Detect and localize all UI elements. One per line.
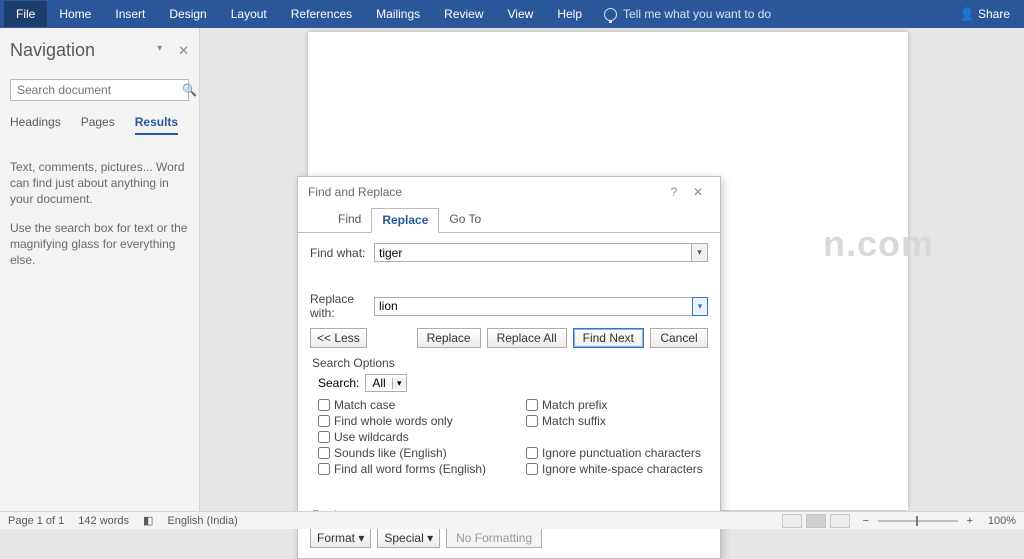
tab-help[interactable]: Help <box>545 1 594 27</box>
dialog-tab-find[interactable]: Find <box>328 208 371 233</box>
chevron-down-icon: ▾ <box>392 378 406 389</box>
chk-whole-words[interactable]: Find whole words only <box>318 414 486 428</box>
nav-tab-results[interactable]: Results <box>135 115 178 135</box>
chk-word-forms[interactable]: Find all word forms (English) <box>318 462 486 476</box>
tell-me-search[interactable]: Tell me what you want to do <box>604 7 771 21</box>
zoom-level[interactable]: 100% <box>988 515 1016 527</box>
status-bar: Page 1 of 1 142 words ◧ English (India) … <box>0 511 1024 529</box>
ribbon-tabs: File Home Insert Design Layout Reference… <box>4 1 594 27</box>
tab-insert[interactable]: Insert <box>103 1 157 27</box>
chk-sounds-like[interactable]: Sounds like (English) <box>318 446 486 460</box>
cancel-button[interactable]: Cancel <box>650 328 708 348</box>
nav-tab-pages[interactable]: Pages <box>81 115 115 135</box>
search-direction-select[interactable]: All▾ <box>365 374 406 392</box>
chevron-down-icon[interactable]: ▾ <box>692 297 708 316</box>
status-page[interactable]: Page 1 of 1 <box>8 515 64 527</box>
search-direction-label: Search: <box>318 376 359 390</box>
chk-match-suffix[interactable]: Match suffix <box>526 414 703 428</box>
tab-review[interactable]: Review <box>432 1 495 27</box>
dialog-title: Find and Replace <box>308 185 662 199</box>
dialog-help-icon[interactable]: ? <box>662 185 686 199</box>
search-options-label: Search Options <box>312 356 708 370</box>
dialog-close-icon[interactable]: ✕ <box>686 185 710 199</box>
chk-ignore-ws[interactable]: Ignore white-space characters <box>526 462 703 476</box>
find-what-combo[interactable]: ▾ <box>374 243 708 262</box>
nav-search-box[interactable]: 🔍 ▾ <box>10 79 189 101</box>
nav-title: Navigation <box>10 40 95 61</box>
tab-view[interactable]: View <box>496 1 546 27</box>
tab-references[interactable]: References <box>279 1 364 27</box>
find-replace-dialog: Find and Replace ? ✕ Find Replace Go To … <box>297 176 721 559</box>
dialog-tabs: Find Replace Go To <box>298 207 720 232</box>
chk-match-prefix[interactable]: Match prefix <box>526 398 703 412</box>
watermark: n.com <box>823 223 934 265</box>
search-input[interactable] <box>11 83 178 97</box>
less-button[interactable]: << Less <box>310 328 367 348</box>
chk-ignore-punct[interactable]: Ignore punctuation characters <box>526 446 703 460</box>
zoom-control: − + 100% <box>860 515 1016 527</box>
nav-close-icon[interactable]: ✕ <box>178 43 189 59</box>
view-print-layout[interactable] <box>806 514 826 528</box>
zoom-out-button[interactable]: − <box>860 515 872 527</box>
status-language[interactable]: English (India) <box>167 515 237 527</box>
nav-tab-headings[interactable]: Headings <box>10 115 61 135</box>
no-formatting-button: No Formatting <box>446 528 542 548</box>
view-buttons <box>782 514 850 528</box>
share-button[interactable]: 👤 Share <box>960 7 1010 21</box>
tab-home[interactable]: Home <box>47 1 103 27</box>
nav-dropdown-icon[interactable]: ▾ <box>157 43 162 59</box>
tab-layout[interactable]: Layout <box>219 1 279 27</box>
dialog-tab-goto[interactable]: Go To <box>439 208 491 233</box>
view-read-mode[interactable] <box>782 514 802 528</box>
chk-match-case[interactable]: Match case <box>318 398 486 412</box>
chevron-down-icon[interactable]: ▾ <box>691 244 707 261</box>
find-what-label: Find what: <box>310 246 374 260</box>
status-words[interactable]: 142 words <box>78 515 129 527</box>
replace-with-combo[interactable]: ▾ <box>374 297 708 316</box>
nav-tabs: Headings Pages Results <box>10 115 189 135</box>
ribbon: File Home Insert Design Layout Reference… <box>0 0 1024 28</box>
chk-wildcards[interactable]: Use wildcards <box>318 430 486 444</box>
lightbulb-icon <box>604 8 617 21</box>
format-button[interactable]: Format ▾ <box>310 528 371 548</box>
navigation-pane: Navigation ▾ ✕ 🔍 ▾ Headings Pages Result… <box>0 28 200 511</box>
tell-me-label: Tell me what you want to do <box>623 7 771 21</box>
replace-with-input[interactable] <box>375 298 693 315</box>
tab-file[interactable]: File <box>4 1 47 27</box>
zoom-slider[interactable] <box>878 520 958 522</box>
find-what-input[interactable] <box>375 244 691 261</box>
replace-with-label: Replace with: <box>310 292 374 320</box>
replace-button[interactable]: Replace <box>417 328 481 348</box>
dialog-tab-replace[interactable]: Replace <box>371 208 439 233</box>
find-next-button[interactable]: Find Next <box>573 328 644 348</box>
tab-design[interactable]: Design <box>157 1 218 27</box>
view-web-layout[interactable] <box>830 514 850 528</box>
special-button[interactable]: Special ▾ <box>377 528 440 548</box>
search-icon[interactable]: 🔍 <box>178 83 201 97</box>
zoom-in-button[interactable]: + <box>964 515 976 527</box>
dialog-titlebar[interactable]: Find and Replace ? ✕ <box>298 177 720 207</box>
nav-message: Text, comments, pictures... Word can fin… <box>10 159 189 268</box>
replace-all-button[interactable]: Replace All <box>487 328 567 348</box>
tab-mailings[interactable]: Mailings <box>364 1 432 27</box>
